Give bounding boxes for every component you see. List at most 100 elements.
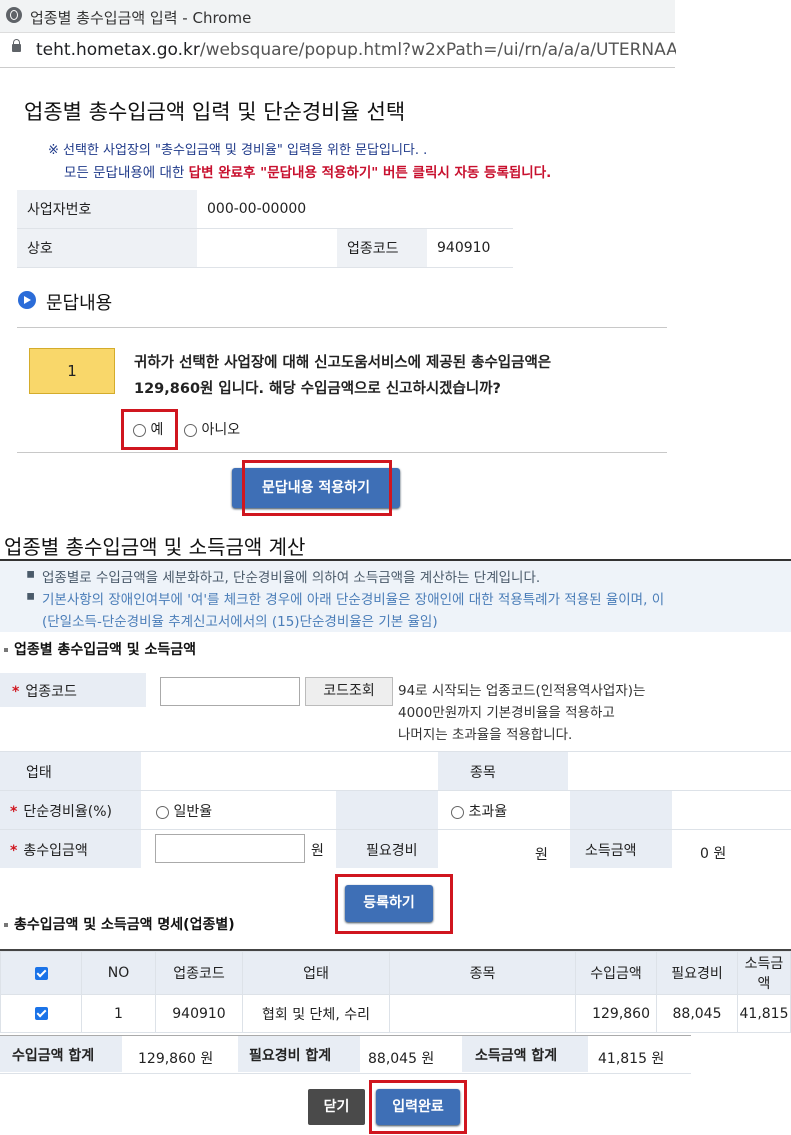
rate-general-label: 일반율 (173, 804, 213, 820)
divider (17, 327, 667, 328)
industry-code-input[interactable] (160, 677, 300, 706)
rate-excess-label: 초과율 (468, 804, 508, 820)
question-line-2: 129,860원 입니다. 해당 수입금액으로 신고하시겠습니까? (134, 381, 501, 397)
divider (17, 452, 667, 453)
calc-subhead-text: 업종별 총수입금액 및 소득금액 (14, 642, 197, 658)
jongmok-label-cell (438, 752, 568, 790)
code-value: 940910 (427, 228, 513, 268)
code-hint-3: 나머지는 초과율을 적용합니다. (398, 727, 573, 743)
cell-revenue: 129,860 (575, 994, 657, 1033)
info-line-1: 업종별로 수입금액을 세분화하고, 단순경비율에 의하여 소득금액을 계산하는 … (42, 570, 541, 586)
notice-line-2: 모든 문답내용에 대한 답변 완료후 "문답내용 적용하기" 버튼 클릭시 자동… (64, 161, 551, 181)
uptae-label: 업태 (26, 765, 52, 781)
url-text[interactable]: teht.hometax.go.kr/websquare/popup.html?… (36, 40, 676, 60)
select-all-checkbox-cell[interactable] (0, 951, 82, 995)
detail-subhead-text: 총수입금액 및 소득금액 명세(업종별) (14, 917, 235, 933)
blank-label-cell (570, 791, 672, 829)
radio-no[interactable]: 아니오 (184, 419, 240, 439)
header-no: NO (81, 951, 156, 995)
code-hint-1: 94로 시작되는 업종코드(인적용역사업자)는 (398, 683, 646, 699)
radio-no-circle[interactable] (184, 423, 197, 437)
revenue-label: * 총수입금액 (10, 840, 88, 860)
required-mark: * (10, 804, 18, 820)
globe-icon (6, 7, 22, 23)
cell-income: 41,815 (737, 994, 791, 1033)
header-income: 소득금액 (737, 951, 791, 995)
uptae-label-cell (0, 752, 141, 790)
code-hint-2: 4000만원까지 기본경비율을 적용하고 (398, 705, 615, 721)
bullet (4, 923, 8, 927)
biz-no-value: 000-00-00000 (197, 190, 513, 229)
won-unit: 원 (535, 847, 548, 863)
radio-yes-label: 예 (150, 422, 164, 438)
income-value: 0 원 (700, 843, 726, 863)
question-number: 1 (29, 348, 115, 394)
header-expense: 필요경비 (656, 951, 738, 995)
header-code: 업종코드 (155, 951, 243, 995)
detail-subhead: 총수입금액 및 소득금액 명세(업종별) (4, 914, 235, 934)
expense-label: 필요경비 (366, 843, 418, 859)
jongmok-label: 종목 (470, 765, 496, 781)
notice-line-1: ※ 선택한 사업장의 "총수입금액 및 경비율" 입력을 위한 문답입니다. . (48, 143, 428, 158)
income-label: 소득금액 (585, 843, 637, 859)
highlight-box (369, 1080, 467, 1134)
radio-yes[interactable]: 예 (133, 419, 163, 439)
rate-general-radio[interactable]: 일반율 (156, 801, 212, 821)
lock-icon[interactable] (12, 39, 21, 52)
business-info-table: 사업자번호 000-00-00000 상호 업종코드 940910 (17, 190, 513, 268)
radio-circle[interactable] (156, 805, 169, 819)
row-checkbox-cell[interactable] (0, 994, 82, 1033)
table-row[interactable]: 1 940910 협회 및 단체, 수리 129,860 88,045 41,8… (0, 994, 791, 1033)
name-value (197, 228, 337, 268)
total-expense-label: 필요경비 합계 (249, 1048, 332, 1064)
total-income-label: 소득금액 합계 (475, 1048, 558, 1064)
won-unit: 원 (311, 843, 324, 859)
total-revenue-label: 수입금액 합계 (12, 1048, 95, 1064)
won-unit: 원 (713, 846, 727, 862)
total-revenue-value: 129,860 원 (138, 1051, 214, 1067)
info-bullet: ▪ (26, 588, 36, 604)
section-arrow-icon (18, 291, 36, 309)
bullet (4, 648, 8, 652)
code-label: 업종코드 (337, 228, 427, 268)
notice-emphasis: 답변 완료후 "문답내용 적용하기" 버튼 클릭시 자동 등록됩니다. (188, 165, 552, 181)
code-search-button[interactable]: 코드조회 (305, 677, 393, 706)
biz-no-label: 사업자번호 (17, 190, 197, 229)
required-mark: * (10, 843, 18, 859)
highlight-box (335, 874, 453, 934)
select-all-checkbox[interactable] (34, 966, 48, 980)
question-line-1: 귀하가 선택한 사업장에 대해 신고도움서비스에 제공된 총수입금액은 (134, 355, 552, 371)
cell-jongmok (389, 994, 576, 1033)
notice-text: 모든 문답내용에 대한 (64, 165, 189, 181)
row-checkbox[interactable] (34, 1007, 48, 1020)
question-text: 귀하가 선택한 사업장에 대해 신고도움서비스에 제공된 총수입금액은 129,… (134, 350, 664, 402)
rate-label: * 단순경비율(%) (10, 801, 112, 821)
code-hint: 94로 시작되는 업종코드(인적용역사업자)는 4000만원까지 기본경비율을 … (398, 680, 645, 746)
income-value-text: 0 (700, 846, 709, 862)
total-expense-value: 88,045 원 (368, 1051, 435, 1067)
required-mark: * (12, 684, 20, 700)
calc-subhead: 업종별 총수입금액 및 소득금액 (4, 639, 196, 659)
cell-expense: 88,045 (656, 994, 738, 1033)
radio-yes-circle[interactable] (133, 423, 146, 437)
name-label: 상호 (17, 228, 197, 268)
info-line-2: 기본사항의 장애인여부에 '여'를 체크한 경우에 아래 단순경비율은 장애인에… (42, 592, 665, 608)
cell-code: 940910 (155, 994, 243, 1033)
total-income-value: 41,815 원 (598, 1051, 665, 1067)
close-button[interactable]: 닫기 (308, 1089, 365, 1125)
cell-no: 1 (81, 994, 156, 1033)
detail-table: NO 업종코드 업태 종목 수입금액 필요경비 소득금액 1 940910 협회… (0, 951, 791, 1033)
calc-title: 업종별 총수입금액 및 소득금액 계산 (4, 535, 306, 559)
highlight-box (242, 460, 392, 516)
header-revenue: 수입금액 (575, 951, 657, 995)
page-title: 업종별 총수입금액 입력 및 단순경비율 선택 (24, 100, 406, 124)
total-revenue-input[interactable] (155, 834, 305, 863)
rate-excess-radio[interactable]: 초과율 (451, 801, 507, 821)
code-label: * 업종코드 (12, 681, 77, 701)
cell-uptae: 협회 및 단체, 수리 (242, 994, 390, 1033)
revenue-label-text: 총수입금액 (23, 843, 88, 859)
code-label-text: 업종코드 (25, 684, 77, 700)
radio-circle[interactable] (451, 805, 464, 819)
header-jongmok: 종목 (389, 951, 576, 995)
url-host: teht.hometax.go.kr (36, 40, 200, 60)
